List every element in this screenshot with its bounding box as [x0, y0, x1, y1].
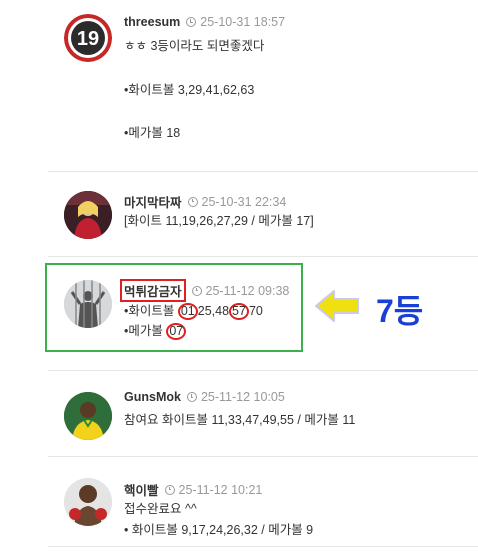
comment-text: 접수완료요 ^^	[124, 502, 197, 516]
divider	[48, 256, 478, 257]
divider	[48, 370, 478, 371]
circled-number: 07	[166, 323, 187, 340]
avatar-label: 19	[77, 28, 99, 50]
white-ball-prefix: •화이트볼	[124, 304, 178, 318]
comment-date: 25-11-12 10:21	[178, 482, 263, 497]
avatar-19-icon: 19	[64, 14, 112, 62]
comment-text: • 화이트볼 9,17,24,26,32 / 메가볼 9	[124, 523, 314, 537]
nickname[interactable]: threesum	[124, 15, 180, 29]
comment-text: [화이트 11,19,26,27,29 / 메가볼 17]	[124, 214, 314, 228]
comment-text: •메가볼 18	[124, 126, 181, 140]
comment-date: 25-11-12 10:05	[200, 390, 285, 404]
avatar-boxer-icon	[64, 478, 112, 526]
comment-meta: 핵이빨 25-11-12 10:21	[124, 480, 262, 499]
mega-ball-prefix: •메가볼	[124, 324, 167, 338]
avatar[interactable]	[64, 280, 112, 328]
white-ball-mid: 25,48	[197, 304, 230, 318]
avatar[interactable]: 19	[64, 14, 112, 62]
divider	[48, 456, 478, 457]
comment-date: 25-10-31 22:34	[201, 194, 287, 209]
avatar[interactable]	[64, 191, 112, 239]
nickname[interactable]: 마지막타짜	[124, 192, 182, 211]
comment-text: •화이트볼 3,29,41,62,63	[124, 83, 255, 97]
comment-meta: threesum 25-10-31 18:57	[124, 15, 285, 29]
circled-number: 57	[229, 303, 249, 320]
divider	[48, 171, 478, 172]
clock-icon	[187, 196, 198, 207]
comment-text: ㅎㅎ 3등이라도 되면좋겠다	[124, 39, 265, 53]
avatar-prisoner-icon	[64, 280, 112, 328]
rank-label: 7등	[376, 293, 424, 329]
comment-meta: GunsMok 25-11-12 10:05	[124, 390, 285, 404]
avatar-player-icon	[64, 392, 112, 440]
left-arrow-icon	[315, 290, 359, 322]
clock-icon	[191, 285, 202, 296]
comment-text: •메가볼 07	[124, 320, 187, 340]
avatar[interactable]	[64, 392, 112, 440]
divider	[48, 546, 478, 547]
comment-date: 25-10-31 18:57	[200, 15, 286, 29]
circled-number: 01	[177, 303, 198, 320]
comment-meta: 마지막타짜 25-10-31 22:34	[124, 192, 286, 211]
avatar-person-icon	[64, 191, 112, 239]
clock-icon	[186, 392, 197, 402]
avatar[interactable]	[64, 478, 112, 526]
comment-meta: 먹튀감금자 25-11-12 09:38	[120, 279, 290, 302]
nickname[interactable]: 먹튀감금자	[120, 279, 186, 302]
comment-date: 25-11-12 09:38	[205, 283, 290, 298]
comment-text: •화이트볼 01 25,48 57 70	[124, 300, 263, 320]
clock-icon	[186, 17, 197, 27]
comment-text: 참여요 화이트볼 11,33,47,49,55 / 메가볼 11	[124, 413, 356, 427]
white-ball-end: 70	[248, 304, 263, 318]
nickname[interactable]: GunsMok	[124, 390, 181, 404]
clock-icon	[164, 484, 175, 495]
nickname[interactable]: 핵이빨	[124, 480, 159, 499]
